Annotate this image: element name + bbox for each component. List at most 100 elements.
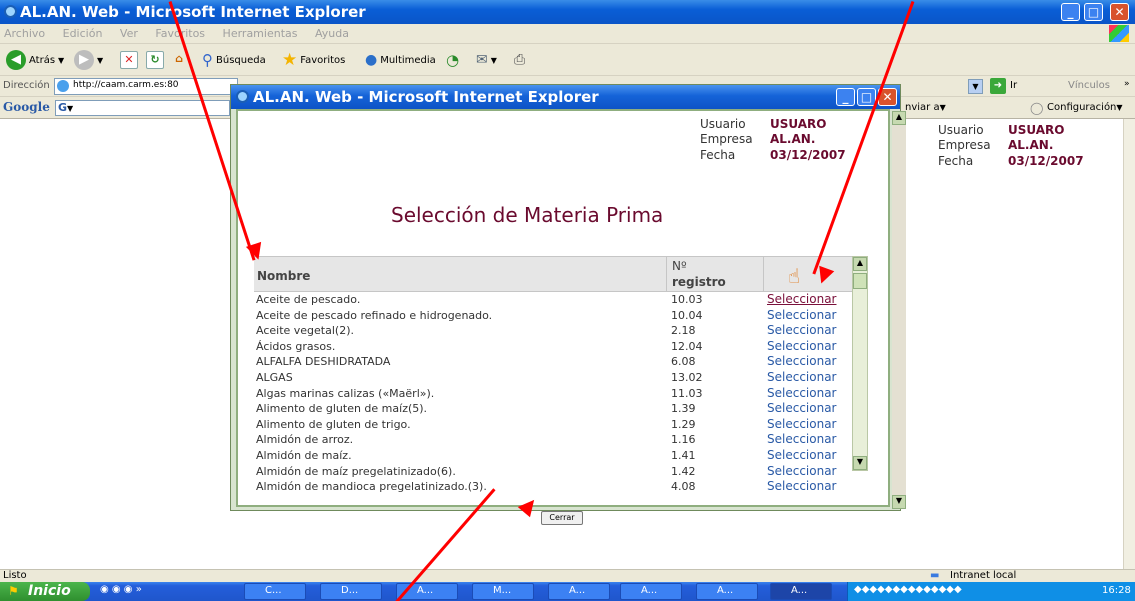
cell-registro: 1.16 (671, 433, 696, 447)
media-button[interactable]: ● Multimedia (365, 50, 436, 70)
config-button[interactable]: Configuración▼ (1047, 102, 1123, 113)
cell-nombre: Almidón de arroz. (256, 433, 354, 447)
cell-nombre: Alimento de gluten de maíz(5). (256, 402, 428, 416)
maximize-button[interactable]: □ (1084, 3, 1103, 21)
popup-scrollbar[interactable]: ▲ ▼ (892, 111, 906, 509)
popup-title-bar: AL.AN. Web - Microsoft Internet Explorer (231, 85, 900, 109)
seleccionar-link[interactable]: Seleccionar (767, 323, 836, 337)
system-tray: ◆◆◆◆◆◆◆◆◆◆◆◆◆◆ 16:28 (847, 582, 1135, 601)
refresh-icon: ↻ (146, 51, 164, 69)
seleccionar-link[interactable]: Seleccionar (767, 479, 836, 493)
menu-edicion[interactable]: Edición (63, 27, 103, 40)
taskbar-button-active[interactable]: A... (770, 583, 832, 600)
links-label[interactable]: Vínculos (1068, 80, 1110, 91)
table-row: Alimento de gluten de maíz(5). 1.39 Selecc… (256, 401, 851, 418)
taskbar-button[interactable]: M... (472, 583, 534, 600)
mail-button[interactable]: ✉ ▼ (476, 50, 497, 70)
page-title: Selección de Materia Prima (391, 203, 664, 227)
cell-nombre: ALFALFA DESHIDRATADA (256, 355, 391, 369)
cell-registro: 12.04 (671, 339, 703, 353)
status-bar: Listo ▬ Intranet local (0, 569, 1135, 582)
clock: 16:28 (1102, 585, 1131, 596)
cell-registro: 13.02 (671, 371, 703, 384)
printer-icon: ⎙ (514, 52, 526, 68)
go-label[interactable]: Ir (1010, 80, 1017, 91)
chevron-right-icon[interactable]: » (1124, 79, 1130, 89)
popup-minimize-button[interactable]: _ (836, 88, 855, 106)
seleccionar-link[interactable]: Seleccionar (767, 464, 836, 478)
scroll-up-icon[interactable]: ▲ (853, 257, 867, 271)
empresa-value: AL.AN. (1008, 138, 1054, 152)
scroll-down-icon[interactable]: ▼ (892, 495, 906, 509)
cell-nombre: ALGAS (256, 371, 293, 384)
fecha-label: Fecha (700, 148, 736, 162)
refresh-button[interactable]: ↻ (146, 50, 164, 70)
popup-window: AL.AN. Web - Microsoft Internet Explorer… (230, 84, 906, 525)
ie-logo-icon (236, 90, 249, 103)
scroll-up-icon[interactable]: ▲ (892, 111, 906, 125)
menu-ayuda[interactable]: Ayuda (315, 27, 349, 40)
seleccionar-link[interactable]: Seleccionar (767, 448, 836, 462)
table-scrollbar[interactable]: ▲ ▼ (852, 256, 868, 471)
scroll-down-icon[interactable]: ▼ (853, 456, 867, 470)
history-button[interactable]: ◔ (446, 50, 459, 70)
address-input[interactable]: http://caam.carm.es:80 (54, 78, 238, 95)
mail-icon: ✉ (476, 52, 488, 68)
cell-registro: 4.08 (671, 480, 696, 494)
menu-ver[interactable]: Ver (120, 27, 138, 40)
go-arrow-icon[interactable]: ➜ (990, 78, 1006, 94)
table-row: ALFALFA DESHIDRATADA 6.08 Seleccionar (256, 354, 851, 371)
cell-nombre: Almidón de maíz. (256, 449, 352, 462)
seleccionar-link[interactable]: Seleccionar (767, 308, 836, 322)
back-arrow-icon: ◀ (6, 50, 26, 70)
tray-icons[interactable]: ◆◆◆◆◆◆◆◆◆◆◆◆◆◆ (854, 584, 962, 595)
seleccionar-link[interactable]: Seleccionar (767, 386, 836, 400)
empresa-label: Empresa (700, 132, 753, 146)
windows-flag-icon (1109, 25, 1129, 42)
page-scrollbar[interactable] (1123, 119, 1135, 569)
table-row: Almidón de maíz pregelatinizado(6). 1.42 S… (256, 464, 851, 481)
menu-herramientas[interactable]: Herramientas (223, 27, 298, 40)
cell-nombre: Aceite vegetal(2). (256, 324, 354, 338)
back-button[interactable]: ◀ Atrás ▼ (6, 50, 64, 70)
table-row: Aceite vegetal(2). 2.18 Seleccionar (256, 323, 851, 340)
cell-registro: 10.03 (671, 293, 703, 306)
seleccionar-link[interactable]: Seleccionar (767, 417, 836, 431)
address-dropdown-button[interactable]: ▼ (968, 79, 983, 94)
column-header-registro-1: Nº (672, 259, 687, 273)
taskbar-button[interactable]: A... (548, 583, 610, 600)
taskbar-button[interactable]: C... (244, 583, 306, 600)
taskbar-button[interactable]: A... (696, 583, 758, 600)
quick-launch-icons[interactable]: ◉ ◉ ◉ » (100, 584, 142, 595)
print-button[interactable]: ⎙ (514, 50, 525, 70)
search-button[interactable]: ⚲ Búsqueda (202, 50, 266, 70)
seleccionar-link[interactable]: Seleccionar (767, 339, 836, 353)
cell-nombre: Almidón de maíz pregelatinizado(6). (256, 464, 456, 478)
seleccionar-link[interactable]: Seleccionar (767, 432, 836, 446)
cerrar-button[interactable]: Cerrar (541, 511, 583, 525)
dropdown-icon: ▼ (97, 55, 104, 65)
table-row: Alimento de gluten de trigo. 1.29 Seleccio… (256, 417, 851, 434)
menu-archivo[interactable]: Archivo (4, 27, 45, 40)
forward-button[interactable]: ▶ ▼ (74, 50, 103, 70)
stop-button[interactable]: ✕ (120, 50, 138, 70)
table-row: Ácidos grasos. 12.04 Seleccionar (256, 339, 851, 356)
seleccionar-link[interactable]: Seleccionar (767, 292, 836, 306)
taskbar-button[interactable]: A... (620, 583, 682, 600)
seleccionar-link[interactable]: Seleccionar (767, 370, 836, 384)
scroll-thumb[interactable] (853, 273, 867, 289)
cell-registro: 1.42 (671, 464, 696, 478)
history-icon: ◔ (446, 51, 460, 69)
close-button[interactable]: ✕ (1110, 3, 1129, 21)
cell-registro: 11.03 (671, 386, 703, 400)
minimize-button[interactable]: _ (1061, 3, 1080, 21)
cell-nombre: Algas marinas calizas («Maërl»). (256, 386, 435, 400)
taskbar: Inicio ⚑ ◉ ◉ ◉ » C... D... A... M... A..… (0, 582, 1135, 601)
google-label: Google (3, 100, 50, 114)
taskbar-button[interactable]: D... (320, 583, 382, 600)
favorites-button[interactable]: ★ Favoritos (282, 50, 345, 70)
seleccionar-link[interactable]: Seleccionar (767, 401, 836, 415)
media-icon: ● (365, 52, 378, 68)
send-to-button[interactable]: nviar a▼ (905, 102, 946, 113)
seleccionar-link[interactable]: Seleccionar (767, 354, 836, 368)
